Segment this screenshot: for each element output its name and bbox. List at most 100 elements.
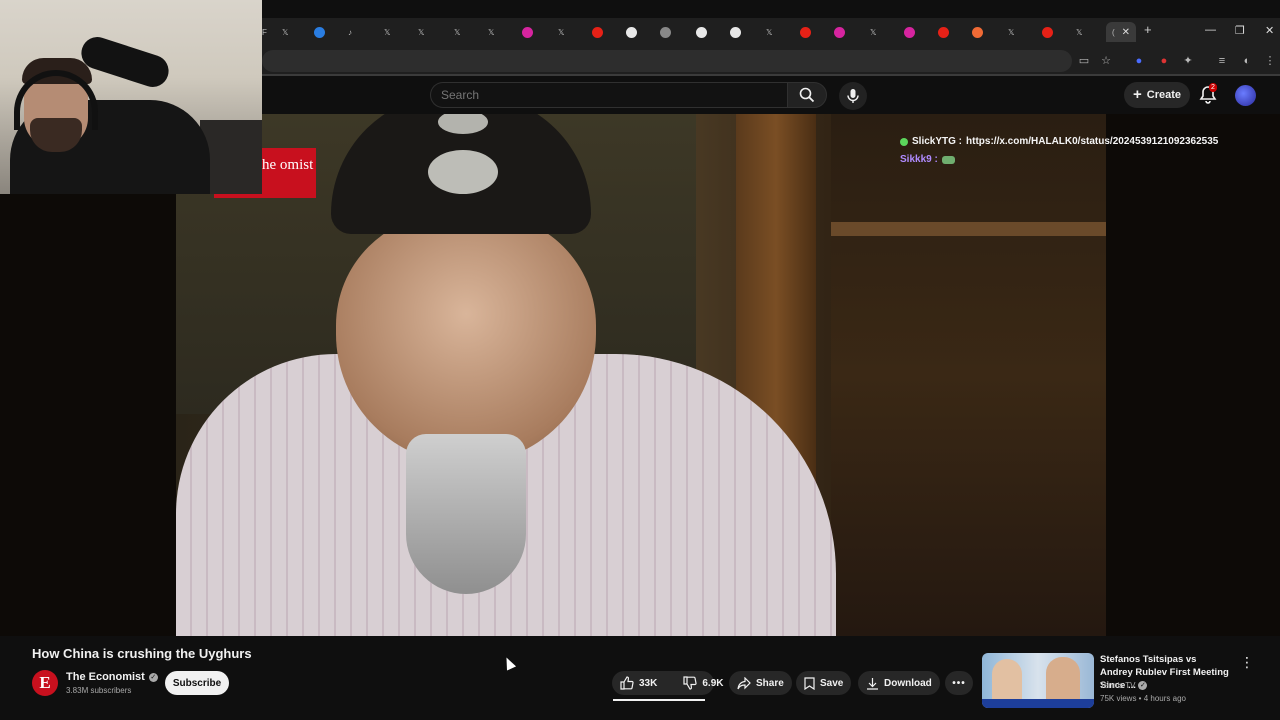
download-icon [867,677,878,690]
search-input[interactable] [441,83,771,107]
more-vertical-icon[interactable]: ⋮ [1240,654,1254,671]
account-avatar[interactable] [1235,85,1256,106]
x-icon: 𝕏 [384,27,391,37]
download-button[interactable]: Download [858,671,940,695]
thumbs-down-icon [683,676,697,690]
video-person-face [336,214,596,464]
share-button[interactable]: Share [729,671,792,695]
player-letterbox-right [1106,114,1280,636]
new-tab-icon[interactable]: + [1144,22,1152,37]
restore-icon[interactable]: ❐ [1235,24,1245,37]
reading-list-icon[interactable]: ≡ [1216,55,1228,67]
profile-icon[interactable]: ◐ [1241,55,1253,67]
chat-message-text: https://x.com/HALALK0/status/20245391210… [966,136,1219,147]
verified-check-icon: ✓ [148,672,158,682]
chat-message: SlickYTG : https://x.com/HALALK0/status/… [900,133,1218,151]
browser-tab[interactable]: 𝕏 [1008,22,1014,42]
instagram-icon [834,26,845,38]
microphone-icon [847,89,859,103]
tab-favicon [314,26,325,38]
cast-icon[interactable]: ▭ [1078,55,1090,67]
recommended-video-meta: 75K views • 4 hours ago [1100,694,1186,703]
video-person-beard [406,434,526,594]
chat-username: Sikkk9 : [900,154,938,165]
voice-search-button[interactable] [839,82,867,110]
browser-tab[interactable] [730,22,741,42]
channel-name[interactable]: The Economist [66,671,145,683]
browser-tab[interactable] [904,22,915,42]
browser-menu-icon[interactable]: ⋮ [1264,55,1276,67]
tab-favicon [972,26,983,38]
browser-tab[interactable]: 𝕏 [488,22,494,42]
bookmark-star-icon[interactable]: ☆ [1100,55,1112,67]
browser-tab[interactable] [834,22,845,42]
chat-message: Sikkk9 : [900,151,1218,169]
browser-tab[interactable] [938,22,949,42]
browser-tab[interactable]: 𝕏 [558,22,564,42]
video-shelf [831,222,1106,236]
browser-tab[interactable] [696,22,707,42]
google-icon [696,26,707,38]
youtube-icon [592,26,603,38]
minimize-icon[interactable]: — [1205,24,1216,36]
channel-avatar[interactable]: E [32,670,58,696]
browser-tab[interactable] [314,22,325,42]
browser-tab[interactable] [660,22,671,42]
extension-icon[interactable]: ● [1158,55,1170,67]
browser-tab[interactable] [626,22,637,42]
save-button[interactable]: Save [796,671,852,695]
create-button[interactable]: + Create [1124,82,1190,108]
extensions-puzzle-icon[interactable]: ✦ [1182,55,1194,67]
instagram-icon [904,26,915,38]
browser-tab[interactable]: 𝕏 [1076,22,1082,42]
dislike-button[interactable]: 6.9K [675,671,731,695]
subscribe-button[interactable]: Subscribe [165,671,229,695]
tab-favicon: F [262,27,267,37]
recommended-channel-row[interactable]: Tennis TV ✓ [1100,681,1148,690]
like-button[interactable]: 33K [612,671,665,695]
channel-name-row[interactable]: The Economist ✓ [66,671,158,683]
search-box [430,82,788,108]
browser-tab[interactable]: 𝕏 [766,22,772,42]
browser-tab[interactable]: 𝕏 [384,22,390,42]
youtube-icon [1042,26,1053,38]
google-icon [730,26,741,38]
browser-tab[interactable]: 𝕏 [870,22,876,42]
close-window-icon[interactable]: ✕ [1265,24,1274,37]
webcam-streamer-arm [77,32,173,92]
address-bar[interactable] [262,50,1072,72]
browser-tab[interactable] [800,22,811,42]
recommended-video-thumbnail[interactable] [982,653,1094,708]
mouse-cursor-icon [501,655,517,671]
x-icon: 𝕏 [454,27,461,37]
browser-tab[interactable]: ♪ [348,22,352,42]
browser-tab[interactable] [1042,22,1053,42]
streamer-webcam-overlay [0,0,262,194]
more-actions-button[interactable]: ••• [945,671,973,695]
stream-chat-overlay: SlickYTG : https://x.com/HALALK0/status/… [900,133,1218,169]
browser-tab[interactable]: 𝕏 [282,22,288,42]
extension-icon[interactable]: ● [1133,55,1145,67]
youtube-icon [800,26,811,38]
like-count: 33K [639,677,658,689]
search-button[interactable] [787,82,827,108]
browser-tab[interactable]: 𝕏 [418,22,424,42]
x-icon: 𝕏 [418,27,425,37]
x-icon: 𝕏 [558,27,565,37]
browser-tab[interactable]: 𝕏 [454,22,460,42]
close-tab-icon[interactable]: ✕ [1122,27,1130,38]
x-icon: 𝕏 [282,27,289,37]
browser-tab[interactable] [972,22,983,42]
more-horizontal-icon: ••• [952,677,966,689]
browser-tab[interactable]: F [262,22,267,42]
x-icon: 𝕏 [1008,27,1015,37]
chat-badge-icon [900,138,908,146]
like-dislike-group: 33K 6.9K [612,671,723,695]
plus-icon: + [1132,86,1142,103]
bookmark-icon [804,676,815,690]
browser-tab[interactable] [592,22,603,42]
browser-tab-active[interactable]: (✕ [1106,22,1137,42]
browser-tab[interactable] [522,22,533,42]
chat-username: SlickYTG : [912,136,963,147]
recommended-channel-name[interactable]: Tennis TV [1100,681,1135,690]
